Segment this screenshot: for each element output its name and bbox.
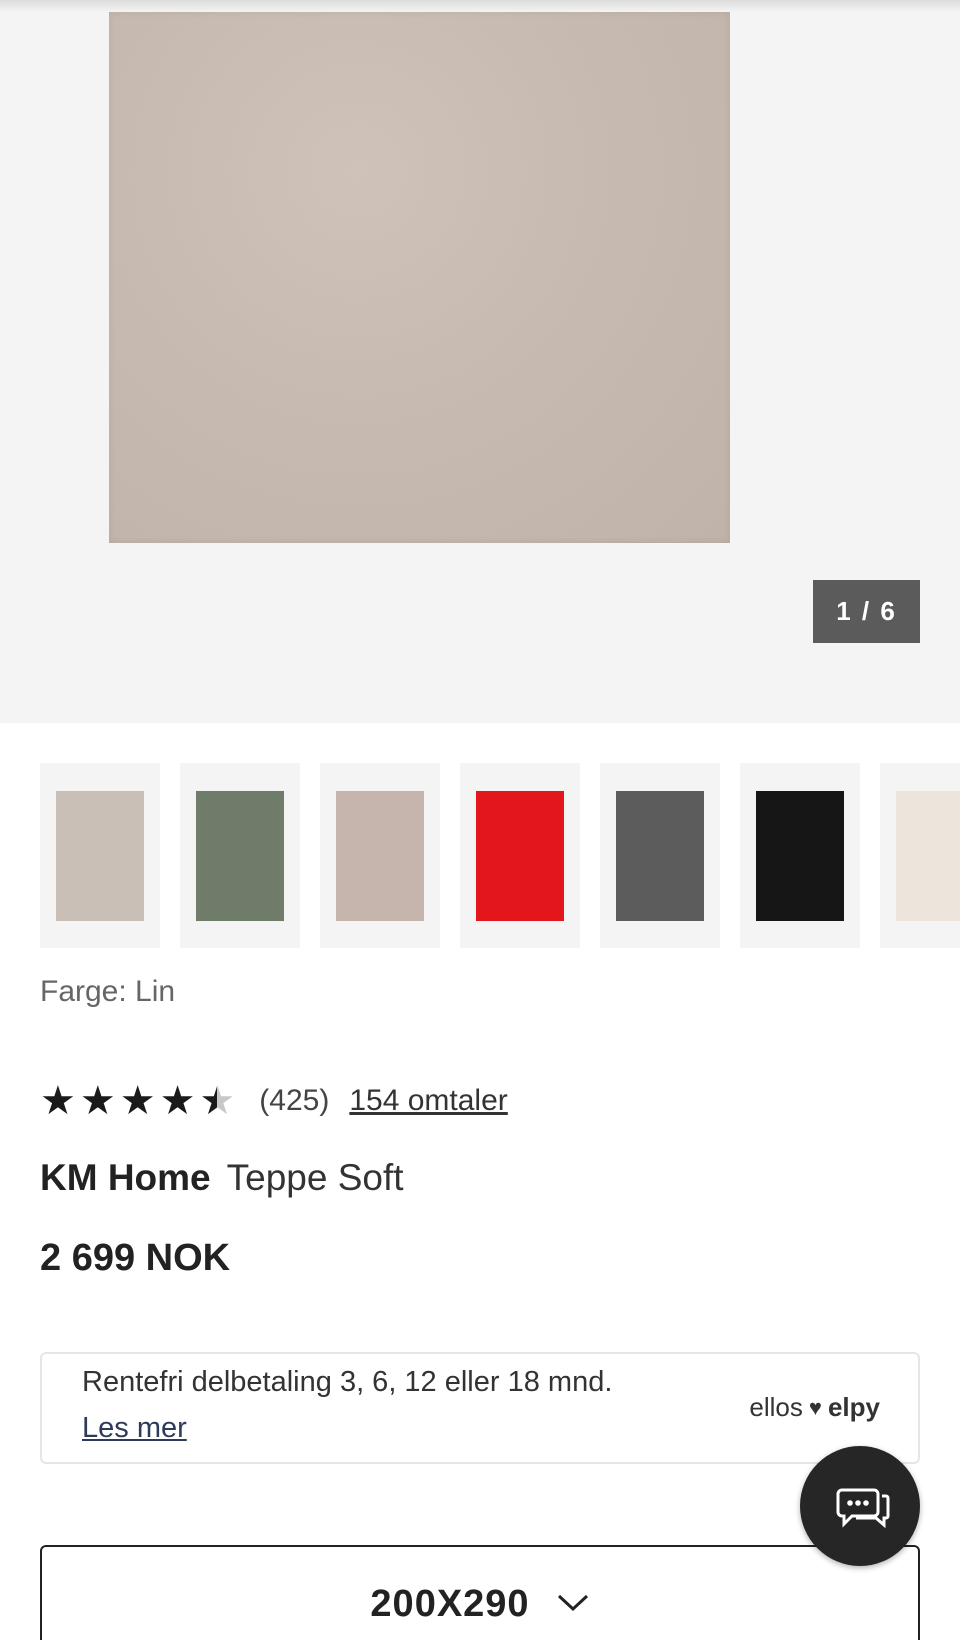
chat-bubbles-icon <box>828 1476 892 1537</box>
star-full-icon: ★ <box>79 1079 116 1123</box>
thumbnail-variant[interactable] <box>40 763 160 948</box>
image-counter: 1 / 6 <box>813 580 920 643</box>
color-variant-thumbnails <box>40 763 960 948</box>
thumbnail-swatch <box>756 790 844 921</box>
thumbnail-variant[interactable] <box>740 763 860 948</box>
ellos-elpy-logo: ellos ♥ elpy <box>749 1392 880 1423</box>
main-product-image[interactable] <box>109 12 730 543</box>
size-selected-value: 200X290 <box>370 1583 530 1625</box>
size-dropdown[interactable]: 200X290 <box>40 1545 920 1640</box>
star-full-icon: ★ <box>40 1079 76 1123</box>
thumbnail-variant[interactable] <box>880 763 960 948</box>
financing-banner: Rentefri delbetaling 3, 6, 12 eller 18 m… <box>40 1352 920 1464</box>
heart-icon: ♥ <box>808 1394 822 1420</box>
thumbnail-variant[interactable] <box>600 763 720 948</box>
star-full-icon: ★ <box>159 1079 196 1123</box>
thumbnail-swatch <box>196 790 284 921</box>
thumbnail-variant[interactable] <box>180 763 300 948</box>
product-brand[interactable]: KM Home <box>40 1157 211 1198</box>
thumbnail-variant[interactable] <box>460 763 580 948</box>
star-half-icon: ★ <box>199 1079 236 1123</box>
product-rating: ★ ★ ★ ★ ★ (425) 154 omtaler <box>40 1080 508 1122</box>
thumbnail-swatch <box>476 790 564 921</box>
product-name: Teppe Soft <box>226 1157 404 1198</box>
header-shadow <box>0 0 960 12</box>
thumbnail-variant[interactable] <box>320 763 440 948</box>
logo-elpy: elpy <box>827 1392 880 1422</box>
logo-ellos: ellos <box>749 1392 803 1422</box>
product-image-gallery[interactable]: 1 / 6 <box>0 0 960 723</box>
rating-count: (425) <box>259 1084 330 1117</box>
selected-color-label: Farge: Lin <box>40 975 176 1008</box>
financing-text: Rentefri delbetaling 3, 6, 12 eller 18 m… <box>82 1366 613 1398</box>
rating-stars: ★ ★ ★ ★ ★ <box>40 1081 239 1121</box>
product-title: KM Home Teppe Soft <box>40 1157 404 1199</box>
chat-button[interactable] <box>800 1446 920 1566</box>
reviews-link[interactable]: 154 omtaler <box>349 1084 507 1118</box>
chevron-down-icon <box>556 1593 590 1640</box>
thumbnail-swatch <box>896 790 960 921</box>
thumbnail-swatch <box>616 790 704 921</box>
thumbnail-swatch <box>336 790 424 921</box>
thumbnail-swatch <box>56 790 144 921</box>
star-full-icon: ★ <box>119 1079 156 1123</box>
product-price: 2 699 NOK <box>40 1237 231 1279</box>
read-more-link[interactable]: Les mer <box>82 1412 187 1445</box>
